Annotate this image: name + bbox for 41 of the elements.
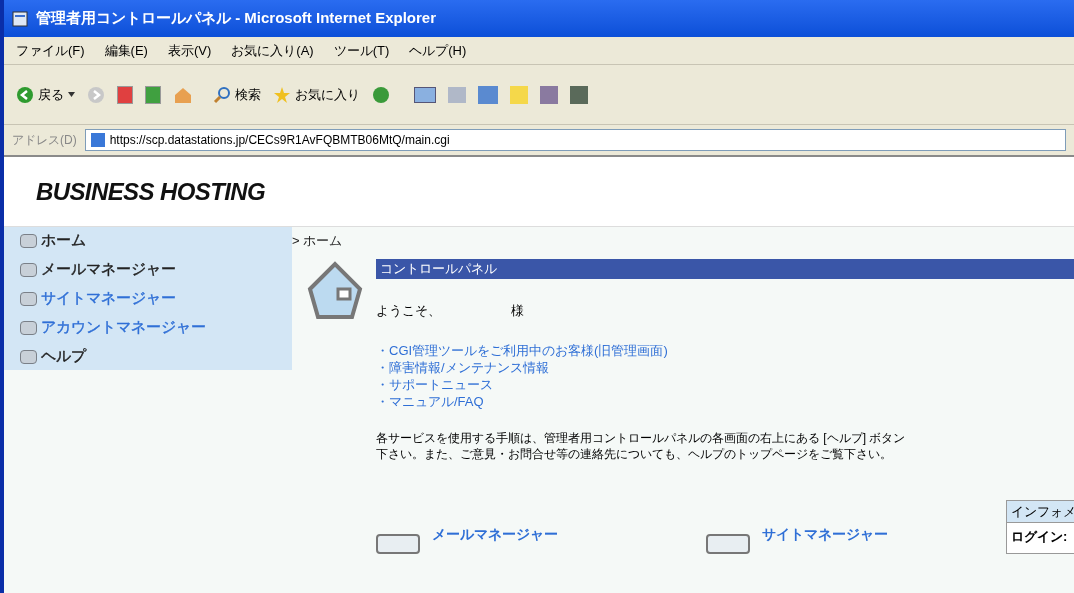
search-button[interactable]: 検索 xyxy=(213,84,261,105)
address-text: https://scp.datastations.jp/CECs9R1AvFQBMTB06MtQ/main.cgi xyxy=(109,132,450,149)
menu-item[interactable]: ヘルプ(H) xyxy=(409,40,467,61)
caret-icon xyxy=(68,92,75,97)
forward-icon[interactable] xyxy=(87,85,105,104)
back-button[interactable]: 戻る xyxy=(16,84,75,105)
info-link[interactable]: ・障害情報/メンテナンス情報 xyxy=(376,359,1074,376)
breadcrumb: > ホーム xyxy=(292,232,344,250)
sidebar-link[interactable]: サイトマネージャー xyxy=(41,287,176,310)
info-title: インフォメ xyxy=(1007,501,1074,523)
logo: BUSINESS HOSTING xyxy=(36,176,266,207)
sidebar-link[interactable]: アカウントマネージャー xyxy=(41,316,206,339)
window-title: 管理者用コントロールパネル - Microsoft Internet Explorer xyxy=(36,8,437,29)
window-icon xyxy=(12,10,28,27)
menu-item[interactable]: 編集(E) xyxy=(104,40,148,61)
service-link[interactable]: メールマネージャー xyxy=(432,524,558,545)
login-label: ログイン: xyxy=(1010,528,1069,546)
home-icon[interactable] xyxy=(173,85,193,104)
menu-item[interactable]: 表示(V) xyxy=(167,40,212,61)
star-icon xyxy=(273,85,291,104)
sidebar-link[interactable]: ヘルプ xyxy=(41,345,86,368)
service-link[interactable]: サイトマネージャー xyxy=(762,524,888,545)
instruction-text: 各サービスを使用する手順は、管理者用コントロールパネルの各画面の右上にある [ヘルプ] ボタン xyxy=(376,430,907,446)
menu-item[interactable]: ツール(T) xyxy=(333,40,390,61)
menu-item[interactable]: ファイル(F) xyxy=(16,40,85,61)
service-icon xyxy=(706,534,750,554)
menu-item[interactable]: お気に入り(A) xyxy=(231,40,314,61)
info-link[interactable]: ・CGI管理ツールをご利用中のお客様(旧管理画面) xyxy=(376,342,1074,359)
welcome-text: ようこそ、 xyxy=(376,301,441,320)
address-field[interactable]: https://scp.datastations.jp/CECs9R1AvFQBMTB06MtQ/main.cgi xyxy=(84,129,1066,151)
service-icon xyxy=(376,534,420,554)
panel-title: コントロールパネル xyxy=(376,258,1074,279)
search-icon xyxy=(213,85,231,104)
sidebar-link[interactable]: メールマネージャー xyxy=(41,258,176,281)
info-link[interactable]: ・マニュアル/FAQ xyxy=(376,393,1074,410)
sidebar-link[interactable]: ホーム xyxy=(41,229,86,252)
instruction-text: 下さい。また、ご意見・お問合せ等の連絡先についても、ヘルプのトップページをご覧下さい。 xyxy=(376,446,893,462)
honorific-text: 様 xyxy=(511,301,524,320)
favorites-button[interactable]: お気に入り xyxy=(273,84,360,105)
info-link[interactable]: ・サポートニュース xyxy=(376,376,1074,393)
address-label: アドレス(D) xyxy=(12,132,77,149)
